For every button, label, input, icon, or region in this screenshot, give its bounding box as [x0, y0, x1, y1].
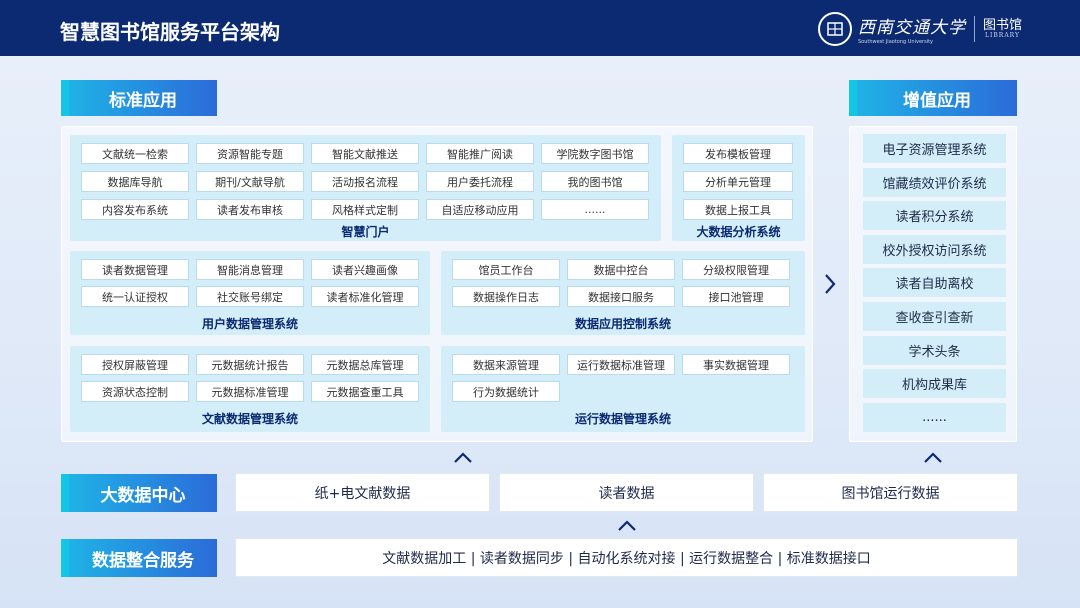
user-data-item[interactable]: 读者兴趣画像	[311, 259, 419, 280]
value-app-item[interactable]: 学术头条	[863, 335, 1006, 365]
portal-app-item[interactable]: 自适应移动应用	[426, 199, 534, 220]
chevron-up-icon	[924, 452, 942, 463]
bigdata-analysis-group: 发布模板管理 分析单元管理 数据上报工具大数据分析系统	[672, 135, 805, 241]
portal-app-item[interactable]: 内容发布系统	[81, 199, 189, 220]
seal-icon	[817, 12, 852, 46]
portal-app-item[interactable]: 活动报名流程	[311, 171, 419, 192]
data-app-control-item[interactable]: 馆员工作台	[452, 259, 560, 280]
portal-app-item[interactable]: 用户委托流程	[426, 171, 534, 192]
value-app-item[interactable]: 校外授权访问系统	[863, 234, 1006, 264]
university-logo: 西南交通大学 Southwest Jiaotong University 图书馆…	[817, 10, 1022, 48]
doc-data-item[interactable]: 元数据查重工具	[311, 381, 419, 402]
value-app-item[interactable]: 读者自助离校	[863, 268, 1006, 298]
standard-apps-tag: 标准应用	[61, 80, 217, 116]
portal-app-item[interactable]: 资源智能专题	[196, 143, 304, 164]
user-data-item[interactable]: 社交账号绑定	[196, 286, 304, 307]
logo-divider	[973, 16, 975, 42]
bigdata-item-ops: 图书馆运行数据	[763, 473, 1018, 512]
data-app-control-item[interactable]: 接口池管理	[682, 286, 790, 307]
portal-app-item[interactable]: 智能文献推送	[311, 143, 419, 164]
bigdata-analysis-item[interactable]: 发布模板管理	[683, 143, 793, 164]
library-cn: 图书馆	[982, 17, 1022, 33]
chevron-right-icon	[825, 274, 836, 294]
bigdata-analysis-title: 大数据分析系统	[696, 225, 781, 239]
chevron-up-icon	[454, 452, 472, 463]
value-app-item[interactable]: 机构成果库	[863, 369, 1006, 399]
doc-data-item[interactable]: 元数据标准管理	[196, 381, 304, 402]
user-data-title: 用户数据管理系统	[201, 317, 298, 331]
ops-data-title: 运行数据管理系统	[574, 412, 671, 426]
ops-data-group: 数据来源管理 运行数据标准管理 事实数据管理行为数据统计 运行数据管理系统	[441, 346, 805, 432]
portal-app-item[interactable]: 学院数字图书馆	[541, 143, 649, 164]
page-title: 智慧图书馆服务平台架构	[60, 20, 280, 44]
doc-data-item[interactable]: 元数据总库管理	[311, 354, 419, 375]
library-name: 图书馆 LIBRARY	[982, 17, 1022, 40]
data-app-control-group: 馆员工作台 数据中控台 分级权限管理数据操作日志 数据接口服务 接口池管理 数据应用控制系…	[441, 251, 805, 335]
data-app-control-item[interactable]: 数据接口服务	[567, 286, 675, 307]
portal-app-item[interactable]: 风格样式定制	[311, 199, 419, 220]
doc-data-group: 授权屏蔽管理 元数据统计报告 元数据总库管理资源状态控制 元数据标准管理 元数据查重工具…	[70, 346, 430, 432]
portal-app-item[interactable]: 读者发布审核	[196, 199, 304, 220]
value-apps-tag: 增值应用	[849, 80, 1017, 116]
doc-data-item[interactable]: 资源状态控制	[81, 381, 189, 402]
portal-app-item[interactable]: 期刊/文献导航	[196, 171, 304, 192]
value-app-item[interactable]: ......	[863, 402, 1006, 432]
user-data-item[interactable]: 读者数据管理	[81, 259, 189, 280]
chevron-up-icon	[618, 520, 636, 531]
user-data-item[interactable]: 读者标准化管理	[311, 286, 419, 307]
portal-app-item[interactable]: ......	[541, 199, 649, 220]
standard-apps-panel: 文献统一检索 资源智能专题 智能文献推送 智能推广阅读 学院数字图书馆数据库导航 期刊/文…	[61, 126, 813, 442]
data-app-control-item[interactable]: 数据操作日志	[452, 286, 560, 307]
doc-data-item[interactable]: 元数据统计报告	[196, 354, 304, 375]
bigdata-analysis-item[interactable]: 数据上报工具	[683, 199, 793, 220]
doc-data-item[interactable]: 授权屏蔽管理	[81, 354, 189, 375]
data-app-control-item[interactable]: 数据中控台	[567, 259, 675, 280]
user-data-item[interactable]: 智能消息管理	[196, 259, 304, 280]
integration-tag: 数据整合服务	[61, 539, 217, 577]
portal-app-item[interactable]: 文献统一检索	[81, 143, 189, 164]
bigdata-center-tag: 大数据中心	[61, 474, 217, 512]
data-app-control-item[interactable]: 分级权限管理	[682, 259, 790, 280]
bigdata-item-readers: 读者数据	[499, 473, 754, 512]
bigdata-analysis-item[interactable]: 分析单元管理	[683, 171, 793, 192]
school-name: 西南交通大学	[857, 18, 966, 38]
portal-app-item[interactable]: 数据库导航	[81, 171, 189, 192]
portal-title: 智慧门户	[341, 225, 390, 239]
portal-group: 文献统一检索 资源智能专题 智能文献推送 智能推广阅读 学院数字图书馆数据库导航 期刊/文…	[70, 135, 661, 241]
ops-data-item[interactable]: 事实数据管理	[682, 354, 790, 375]
integration-services: 文献数据加工 | 读者数据同步 | 自动化系统对接 | 运行数据整合 | 标准数…	[235, 538, 1018, 577]
portal-app-item[interactable]: 我的图书馆	[541, 171, 649, 192]
portal-app-item[interactable]: 智能推广阅读	[426, 143, 534, 164]
user-data-group: 读者数据管理 智能消息管理 读者兴趣画像统一认证授权 社交账号绑定 读者标准化管理 用户数…	[70, 251, 430, 335]
header-bar: 智慧图书馆服务平台架构 西南交通大学 Southwest Jiaotong Un…	[0, 0, 1080, 56]
data-app-control-title: 数据应用控制系统	[574, 317, 671, 331]
doc-data-title: 文献数据管理系统	[201, 412, 298, 426]
bigdata-item-docs: 纸+电文献数据	[235, 473, 490, 512]
value-app-item[interactable]: 读者积分系统	[863, 201, 1006, 231]
value-apps-panel: 电子资源管理系统 馆藏绩效评价系统 读者积分系统 校外授权访问系统 读者自助离校 查收查引…	[849, 126, 1017, 442]
library-en: LIBRARY	[985, 31, 1020, 39]
user-data-item[interactable]: 统一认证授权	[81, 286, 189, 307]
ops-data-item[interactable]: 运行数据标准管理	[567, 354, 675, 375]
value-app-item[interactable]: 馆藏绩效评价系统	[863, 167, 1006, 197]
ops-data-item[interactable]: 行为数据统计	[452, 381, 560, 402]
value-app-item[interactable]: 电子资源管理系统	[863, 134, 1006, 163]
ops-data-item[interactable]: 数据来源管理	[452, 354, 560, 375]
value-app-item[interactable]: 查收查引查新	[863, 302, 1006, 331]
school-subtitle: Southwest Jiaotong University	[857, 39, 933, 45]
